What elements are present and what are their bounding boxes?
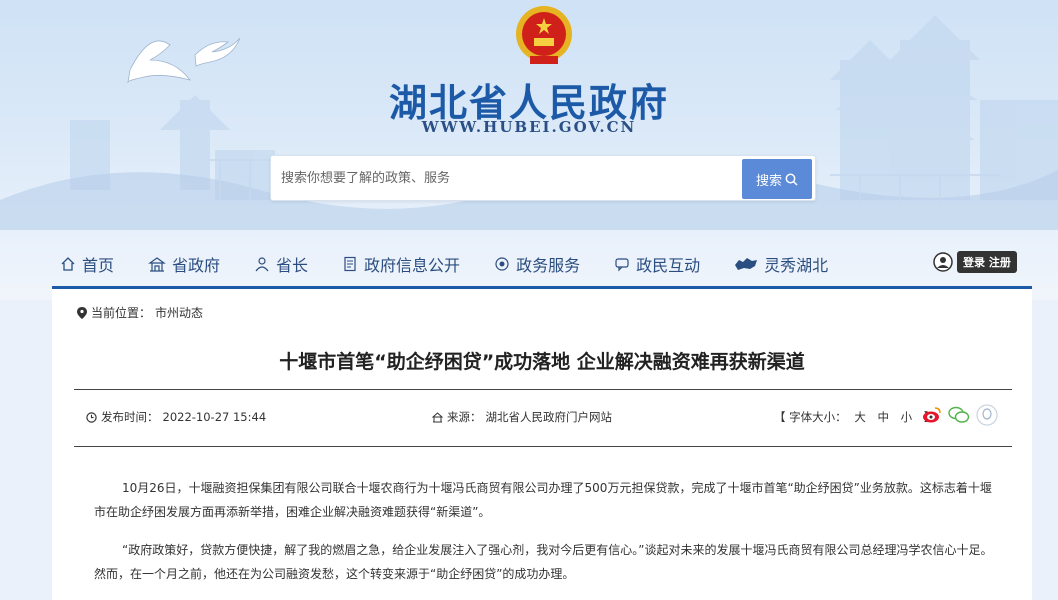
breadcrumb-prefix: 当前位置：: [91, 306, 152, 320]
nav-governor-label: 省长: [276, 256, 309, 275]
source-label: 来源：: [447, 410, 482, 424]
national-emblem-icon: [516, 6, 572, 64]
publish-date-value: 2022-10-27 15:44: [162, 410, 267, 424]
user-area: 登录 注册: [933, 251, 1017, 273]
building-icon: [148, 257, 166, 272]
search-button[interactable]: 搜索: [742, 159, 812, 199]
location-pin-icon: [77, 306, 87, 319]
qq-icon[interactable]: [976, 404, 998, 426]
main-nav: 首页 省政府 省长 政府信息公开 政务服务 政民互动 灵秀湖北: [60, 250, 1020, 278]
font-size-control: 【 字体大小： 大 中 小 】: [774, 409, 939, 425]
weibo-icon[interactable]: [922, 406, 942, 424]
site-url: WWW.HUBEI.GOV.CN: [421, 118, 637, 136]
article-title: 十堰市首笔“助企纾困贷”成功落地 企业解决融资难再获新渠道: [279, 351, 805, 373]
nav-lingxiu-hubei[interactable]: 灵秀湖北: [734, 252, 828, 276]
clock-icon: [86, 411, 97, 423]
search-button-label: 搜索: [755, 173, 782, 189]
source-value: 湖北省人民政府门户网站: [485, 410, 613, 424]
source-icon: [432, 411, 443, 422]
share-bar: [922, 404, 998, 426]
nav-province-gov[interactable]: 省政府: [148, 252, 220, 276]
search-bar: 搜索: [270, 155, 816, 201]
publish-date: 发布时间： 2022-10-27 15:44: [86, 409, 266, 425]
nav-home[interactable]: 首页: [60, 252, 114, 276]
meta-divider: [74, 446, 1012, 447]
nav-home-label: 首页: [82, 256, 115, 275]
nav-gov-service[interactable]: 政务服务: [494, 252, 580, 276]
breadcrumb: 当前位置： 市州动态: [77, 304, 203, 321]
article-source: 来源： 湖北省人民政府门户网站: [432, 409, 612, 425]
user-avatar-icon[interactable]: [933, 252, 953, 272]
font-size-large[interactable]: 大: [854, 410, 866, 424]
map-icon: [735, 258, 758, 270]
article-card: 当前位置： 市州动态 十堰市首笔“助企纾困贷”成功落地 企业解决融资难再获新渠道…: [52, 289, 1032, 600]
font-size-small[interactable]: 小: [901, 410, 913, 424]
nav-province-gov-label: 省政府: [172, 256, 221, 275]
nav-gov-info[interactable]: 政府信息公开: [342, 252, 460, 276]
person-icon: [255, 257, 269, 272]
article-paragraph: 10月26日，十堰融资担保集团有限公司联合十堰农商行为十堰冯氏商贸有限公司办理了…: [94, 481, 992, 519]
article-paragraph: “政府政策好，贷款方便快捷，解了我的燃眉之急，给企业发展注入了强心剂，我对今后更…: [94, 543, 993, 581]
nav-interaction[interactable]: 政民互动: [614, 252, 700, 276]
chat-icon: [615, 258, 629, 272]
publish-date-label: 发布时间：: [101, 410, 159, 424]
search-input[interactable]: [281, 162, 741, 194]
font-size-label: 【 字体大小：: [774, 410, 847, 424]
wechat-icon[interactable]: [948, 406, 970, 424]
service-icon: [495, 257, 509, 271]
nav-gov-info-label: 政府信息公开: [364, 256, 461, 275]
article-meta: 发布时间： 2022-10-27 15:44 来源： 湖北省人民政府门户网站 【…: [74, 404, 1012, 428]
font-size-medium[interactable]: 中: [877, 410, 889, 424]
title-divider: [74, 389, 1012, 390]
nav-lingxiu-hubei-label: 灵秀湖北: [764, 256, 829, 275]
home-icon: [61, 257, 75, 271]
nav-gov-service-label: 政务服务: [516, 256, 581, 275]
breadcrumb-current[interactable]: 市州动态: [155, 304, 203, 321]
document-icon: [344, 256, 356, 272]
login-register-button[interactable]: 登录 注册: [957, 251, 1017, 273]
nav-interaction-label: 政民互动: [636, 256, 701, 275]
nav-governor[interactable]: 省长: [254, 252, 308, 276]
search-icon: [785, 173, 798, 186]
